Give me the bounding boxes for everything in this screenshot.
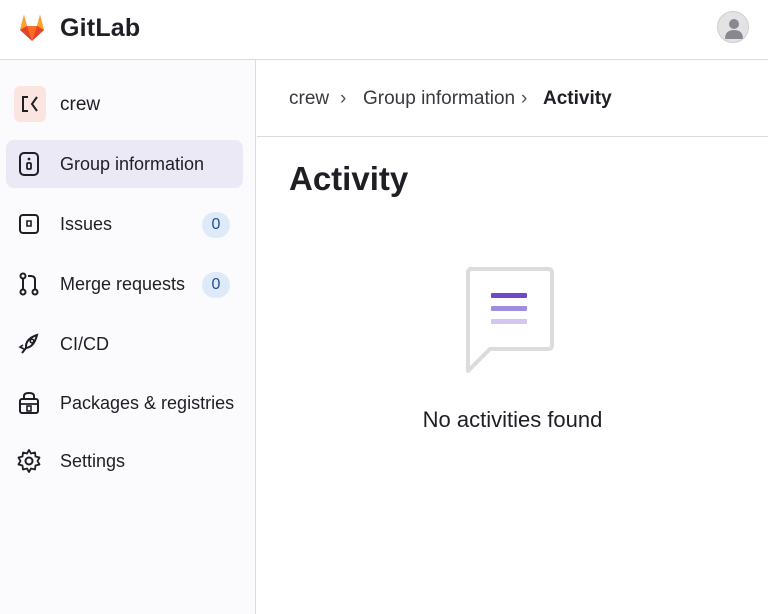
breadcrumb-item-activity[interactable]: Activity [543,88,612,110]
group-avatar [14,86,46,122]
sidebar-item-settings[interactable]: Settings [6,437,243,485]
sidebar-item-label: Settings [60,451,126,471]
breadcrumb-separator: › [521,88,528,109]
sidebar-item-merge-requests[interactable]: Merge requests 0 [6,260,243,308]
avatar-icon [725,19,743,39]
app-name[interactable]: GitLab [60,14,140,43]
group-name: crew [60,94,101,115]
rocket-icon [18,333,39,354]
user-avatar[interactable] [717,11,749,43]
gear-icon [17,449,41,473]
group-initial-icon [22,96,38,112]
sidebar-item-label: CI/CD [60,334,109,354]
sidebar-item-ci-cd[interactable]: CI/CD [6,320,243,368]
sidebar-item-packages-registries[interactable]: Packages & registries [6,379,243,427]
sidebar: crew Group information Issues 0 Merge re… [0,60,256,614]
main-content: crew › Group information › Activity Acti… [257,60,768,614]
issues-count-badge: 0 [202,212,230,238]
sidebar-item-label: Packages & registries [60,393,235,413]
breadcrumb-separator: › [340,88,347,109]
page-title: Activity [289,160,409,197]
gitlab-logo-icon[interactable] [16,10,48,44]
sidebar-item-label: Group information [60,154,205,174]
package-icon [19,391,39,414]
merge-request-icon [19,272,39,296]
speech-bubble-icon [466,267,554,373]
sidebar-group-header[interactable]: crew [14,86,244,122]
sidebar-item-label: Issues [60,214,113,234]
merge-requests-count-badge: 0 [202,272,230,298]
breadcrumb: crew › Group information › Activity [257,60,768,137]
top-bar: GitLab [0,0,768,60]
issues-icon [19,214,39,234]
sidebar-item-group-information[interactable]: Group information [6,140,243,188]
breadcrumb-item-crew[interactable]: crew [289,88,329,110]
empty-state-message: No activities found [422,407,603,432]
sidebar-item-label: Merge requests [60,274,186,294]
breadcrumb-item-group-information[interactable]: Group information [363,88,515,110]
info-icon [19,152,39,176]
sidebar-item-issues[interactable]: Issues 0 [6,200,243,248]
